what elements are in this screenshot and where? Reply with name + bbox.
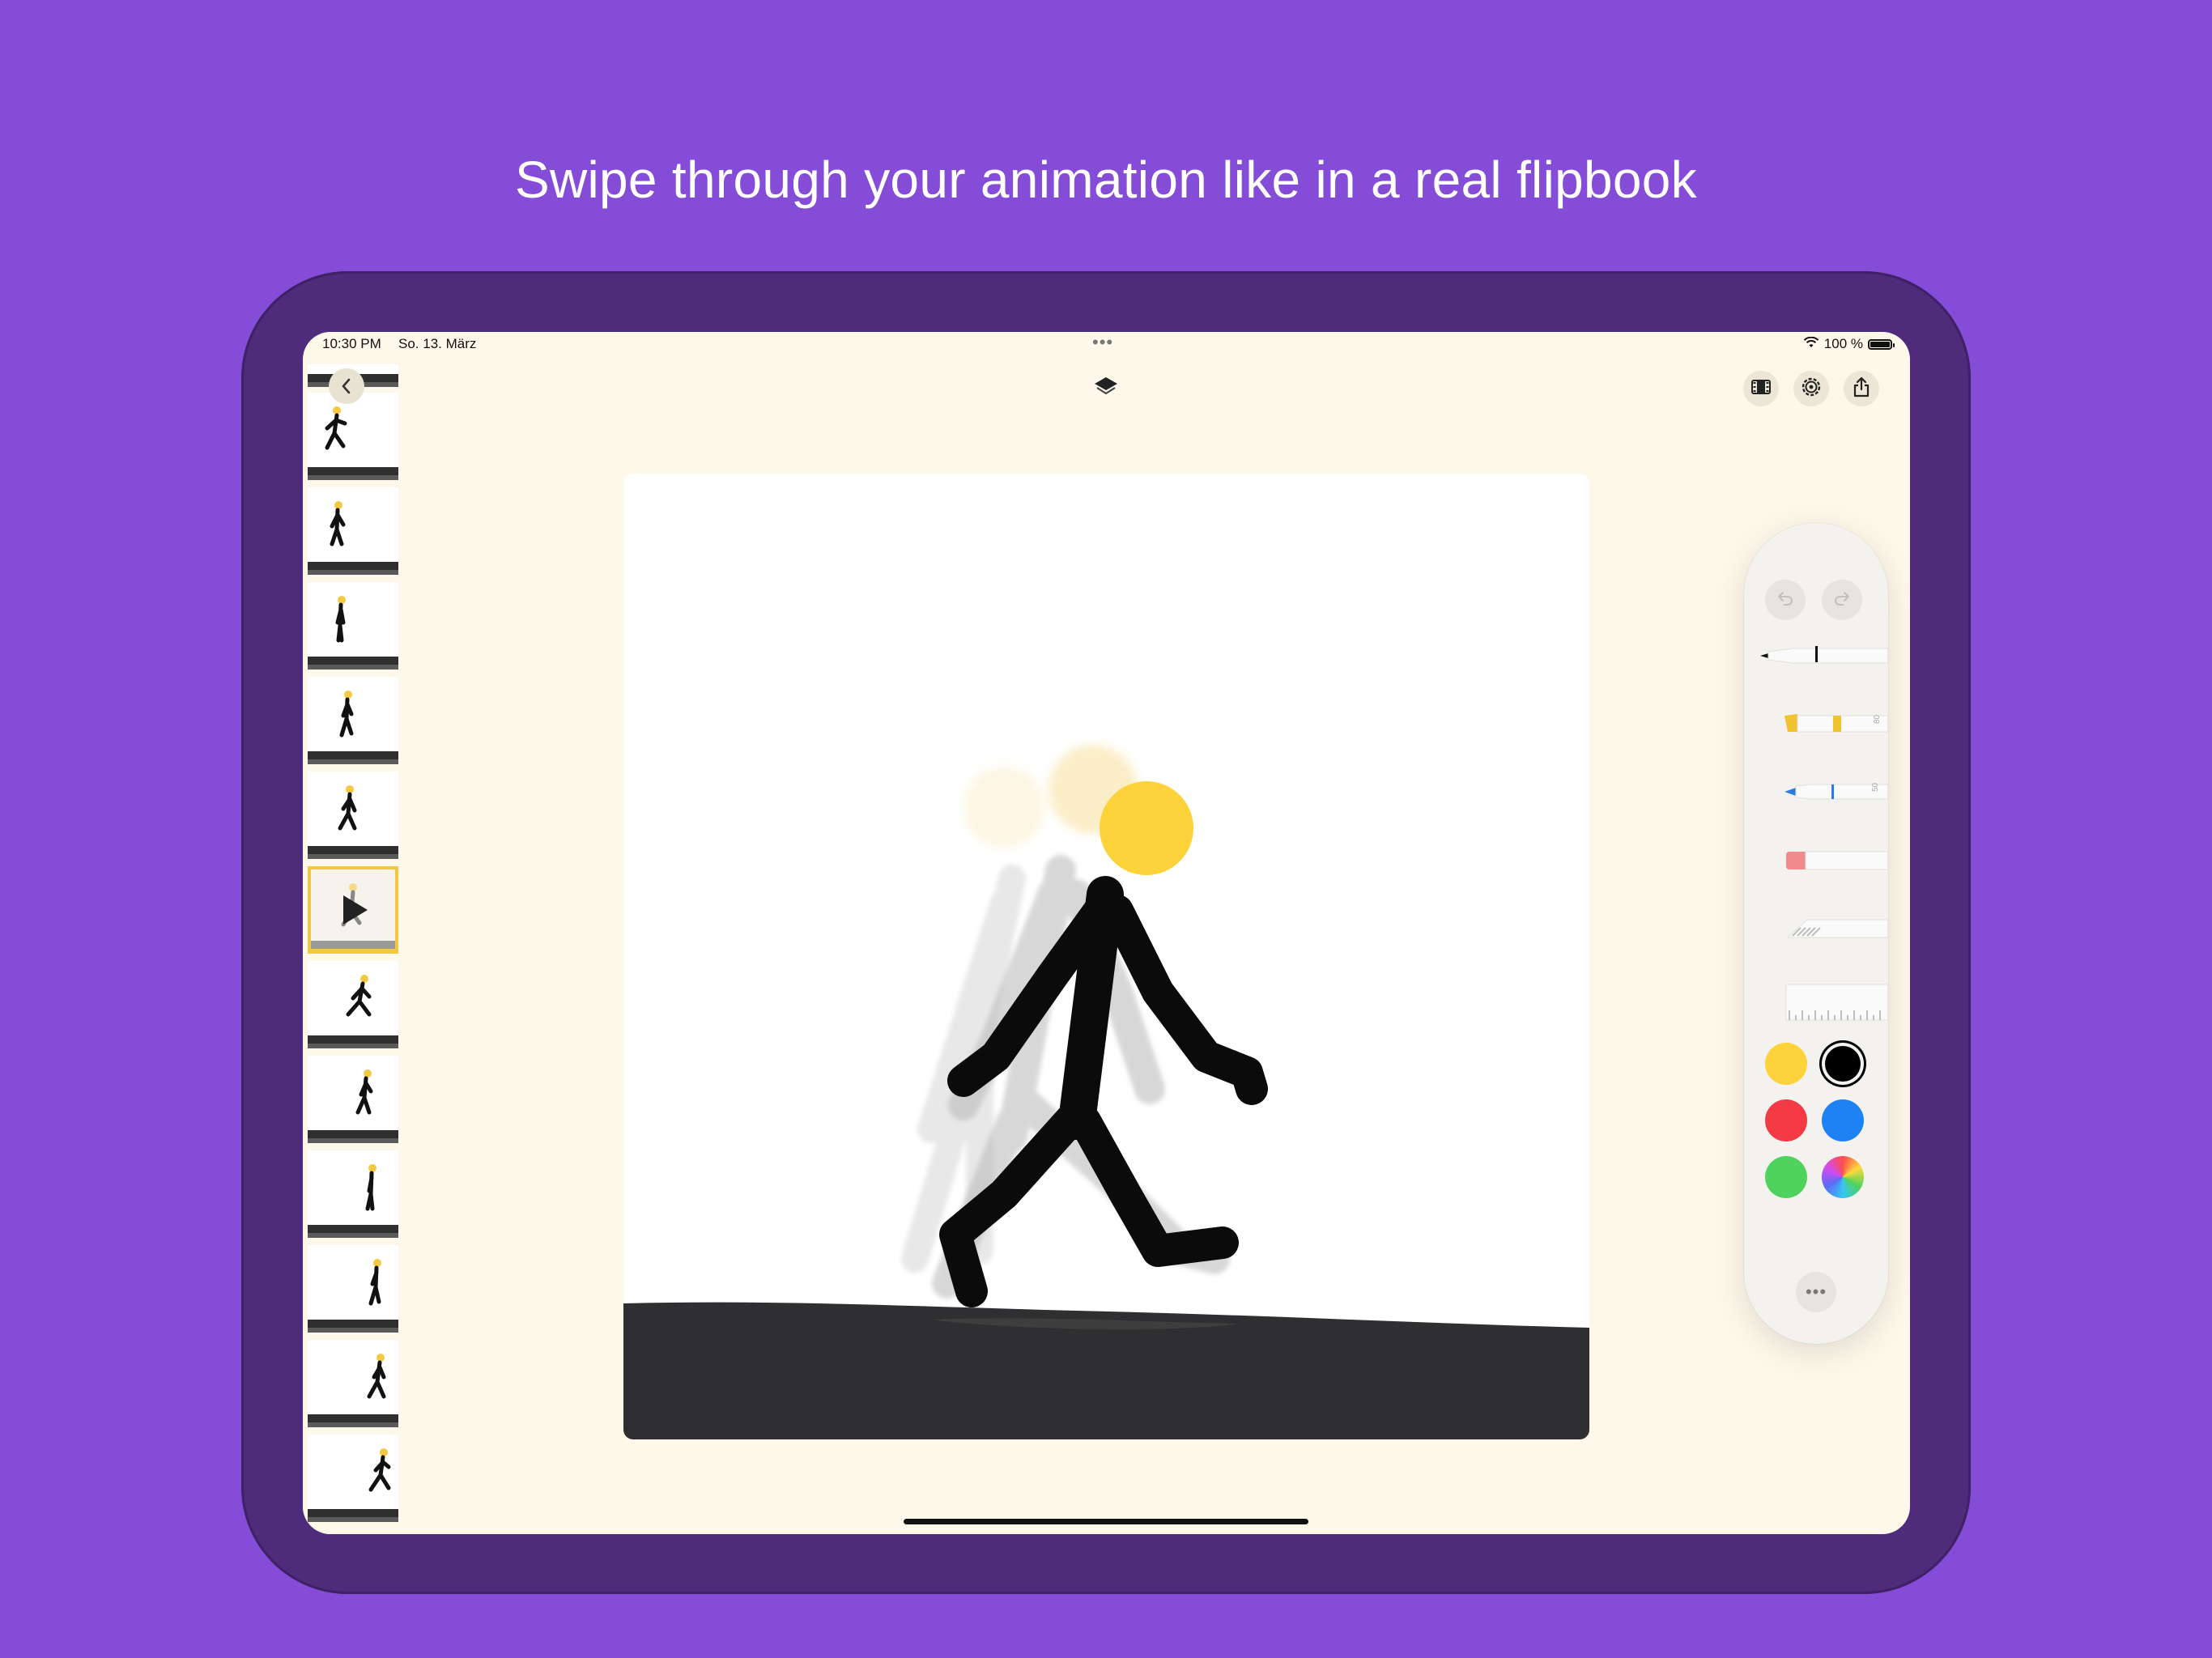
film-button[interactable] (1743, 371, 1779, 406)
back-button[interactable] (329, 368, 364, 404)
top-toolbar (1743, 371, 1879, 406)
pen-tool[interactable] (1760, 638, 1889, 674)
filmstrip-frame-10[interactable] (308, 1245, 398, 1333)
battery-percent: 100 % (1823, 336, 1863, 351)
onion-head-1 (963, 767, 1044, 848)
share-icon (1852, 376, 1871, 402)
filmstrip-frame-7[interactable] (308, 961, 398, 1048)
layers-button[interactable] (1090, 371, 1122, 403)
battery-icon (1868, 338, 1895, 350)
main-head (1100, 781, 1193, 875)
layers-icon (1090, 377, 1122, 406)
canvas-drawing (623, 745, 1589, 1439)
undo-icon (1776, 589, 1794, 612)
redo-button[interactable] (1822, 580, 1862, 620)
filmstrip-frame-12[interactable] (308, 1435, 398, 1522)
chevron-left-icon (339, 377, 354, 395)
filmstrip-frame-8[interactable] (308, 1056, 398, 1143)
ellipsis-icon: ••• (1805, 1282, 1827, 1302)
filmstrip-frame-5[interactable] (308, 772, 398, 859)
wifi-icon (1803, 336, 1819, 352)
share-button[interactable] (1844, 371, 1879, 406)
lasso-tool[interactable] (1760, 910, 1889, 946)
app-screen: 10:30 PM So. 13. März ••• 100 % 80 50 ••… (303, 332, 1910, 1534)
filmstrip[interactable] (303, 364, 403, 1534)
filmstrip-frame-11[interactable] (308, 1340, 398, 1427)
filmstrip-frame-9[interactable] (308, 1150, 398, 1238)
pencil-tool[interactable]: 50 (1760, 774, 1889, 810)
filmstrip-frame-3[interactable] (308, 582, 398, 670)
color-swatch-blue[interactable] (1822, 1099, 1864, 1141)
filmstrip-frame-1[interactable] (308, 393, 398, 480)
eraser-tool[interactable] (1760, 842, 1889, 878)
status-date: So. 13. März (398, 336, 477, 351)
home-indicator[interactable] (904, 1519, 1308, 1524)
color-swatch-yellow[interactable] (1765, 1043, 1807, 1085)
color-swatch-black-selected[interactable] (1822, 1043, 1864, 1085)
pencil-size-label: 50 (1871, 782, 1880, 792)
tool-palette: 80 50 ••• (1744, 523, 1889, 1344)
drawing-canvas[interactable] (623, 474, 1589, 1439)
undo-button[interactable] (1765, 580, 1806, 620)
settings-button[interactable] (1793, 371, 1829, 406)
headline: Swipe through your animation like in a r… (515, 151, 1697, 209)
filmstrip-frame-4[interactable] (308, 677, 398, 764)
filmstrip-frame-selected[interactable] (308, 866, 398, 954)
filmstrip-frame-2[interactable] (308, 487, 398, 575)
multitasking-dots[interactable]: ••• (1092, 332, 1113, 353)
settings-gear-icon (1800, 376, 1823, 402)
film-strip-icon (1750, 378, 1772, 400)
redo-icon (1833, 589, 1851, 612)
play-icon[interactable] (343, 895, 368, 925)
marker-size-label: 80 (1873, 714, 1882, 724)
color-swatch-green[interactable] (1765, 1156, 1807, 1198)
ruler-tool[interactable] (1760, 978, 1889, 1023)
color-swatch-red[interactable] (1765, 1099, 1807, 1141)
color-picker-wheel-icon[interactable] (1822, 1156, 1864, 1198)
status-right: 100 % (1803, 336, 1895, 352)
marker-tool[interactable]: 80 (1760, 706, 1889, 742)
more-button[interactable]: ••• (1796, 1272, 1836, 1312)
status-time: 10:30 PM (322, 336, 381, 351)
